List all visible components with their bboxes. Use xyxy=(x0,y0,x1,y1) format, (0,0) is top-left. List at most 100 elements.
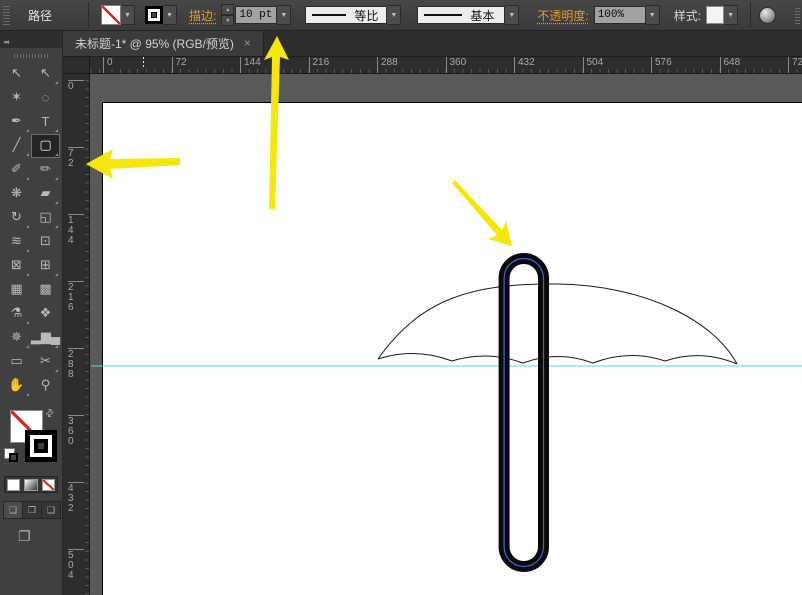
color-button[interactable] xyxy=(7,478,21,491)
ruler-label: 432 xyxy=(514,57,535,73)
brush-definition-select[interactable]: 基本 xyxy=(417,6,506,24)
tool-blob-brush-tool[interactable]: ❋ xyxy=(2,182,31,206)
stroke-color-swatch[interactable] xyxy=(145,6,164,24)
tool-pen-tool[interactable]: ✒ xyxy=(2,110,31,134)
swap-fill-stroke-icon[interactable]: ⇄ xyxy=(43,407,57,421)
profile-line-icon xyxy=(312,14,347,16)
tool-scale-tool[interactable]: ◱ xyxy=(31,206,60,230)
stroke-proxy-swatch[interactable] xyxy=(25,430,57,462)
flyout-indicator xyxy=(55,345,58,348)
tool-zoom-tool[interactable]: ⚲ xyxy=(31,374,60,398)
ruler-label: 144 xyxy=(240,57,261,73)
tool-perspective-grid-tool[interactable]: ⊞ xyxy=(31,254,60,278)
draw-normal-button[interactable]: ❏ xyxy=(4,502,23,518)
default-fill-stroke-icon[interactable] xyxy=(4,448,20,464)
width-tool-icon: ≋ xyxy=(11,233,22,248)
ruler-origin-marker xyxy=(143,56,144,67)
tool-gradient-tool[interactable]: ▩ xyxy=(31,278,60,302)
tool-width-tool[interactable]: ≋ xyxy=(2,230,31,254)
pencil-tool-icon: ✏ xyxy=(40,161,51,176)
fill-color-swatch[interactable] xyxy=(101,5,122,25)
close-tab-icon[interactable]: × xyxy=(244,36,251,50)
vertical-ruler[interactable]: 0 7 2 1 4 4 2 1 6 2 8 8 3 6 0 4 3 2 5 0 4 xyxy=(62,74,90,595)
ruler-label: 3 6 0 xyxy=(68,415,84,447)
artboard[interactable] xyxy=(102,102,802,595)
opacity-dropdown[interactable]: ▼ xyxy=(645,5,660,25)
ruler-label: 648 xyxy=(719,57,740,73)
symbol-sprayer-tool-icon: ✵ xyxy=(11,329,22,344)
tool-line-segment-tool[interactable]: ╱ xyxy=(2,134,31,158)
free-transform-tool-icon: ⊡ xyxy=(40,233,51,248)
tab-bar: 未标题-1* @ 95% (RGB/预览) × xyxy=(0,30,802,57)
tool-symbol-sprayer-tool[interactable]: ✵ xyxy=(2,326,31,350)
fill-color-dropdown[interactable]: ▼ xyxy=(121,5,136,25)
selection-tool-icon: ↖ xyxy=(11,65,22,80)
stepper-up-icon[interactable]: ▲ xyxy=(221,4,235,15)
ruler-label: 2 1 6 xyxy=(68,281,84,313)
style-swatch[interactable] xyxy=(706,6,725,24)
blend-tool-icon: ❖ xyxy=(39,305,52,320)
ruler-label: 360 xyxy=(445,57,466,73)
tool-column-graph-tool[interactable]: ▂▆▄ xyxy=(31,326,60,350)
gradient-button[interactable] xyxy=(24,478,38,491)
brush-definition-dropdown[interactable]: ▼ xyxy=(505,5,520,25)
type-tool-icon: T xyxy=(41,113,50,129)
draw-inside-button[interactable]: ❑ xyxy=(42,502,60,518)
stroke-weight-dropdown[interactable]: ▼ xyxy=(277,5,292,25)
tool-eyedropper-tool[interactable]: ⚗ xyxy=(2,302,31,326)
tool-type-tool[interactable]: T xyxy=(31,110,60,134)
style-dropdown[interactable]: ▼ xyxy=(724,5,739,25)
tool-selection-tool[interactable]: ↖ xyxy=(2,62,31,86)
stroke-weight-label[interactable]: 描边: xyxy=(189,7,216,24)
none-button[interactable] xyxy=(41,478,55,491)
tools-panel: ↖ ↖ ✶ ◌ ✒ T ╱ ▢ ✐ ✏ ❋ ▰ ↻ ◱ ≋ ⊡ ⊠ ⊞ ▦ ▩ ⚗ ❖ ✵ ▂▆▄ ▭ ✂ ✋ ⚲ ⇄ ❏ ❐ ❑ ❐ xyxy=(0,48,63,595)
horizontal-ruler[interactable]: 0 72 144 216 288 360 432 504 576 648 72 xyxy=(62,56,802,74)
flyout-indicator xyxy=(55,153,58,156)
width-profile-dropdown[interactable]: ▼ xyxy=(387,5,402,25)
tool-magic-wand-tool[interactable]: ✶ xyxy=(2,86,31,110)
artboard-tool-icon: ▭ xyxy=(10,353,23,368)
mesh-tool-icon: ▦ xyxy=(10,281,23,296)
stroke-color-dropdown[interactable]: ▼ xyxy=(163,5,178,25)
stroke-weight-stepper[interactable]: ▲ ▼ xyxy=(221,4,235,26)
paintbrush-tool-icon: ✐ xyxy=(11,161,22,176)
tool-shape-builder-tool[interactable]: ⊠ xyxy=(2,254,31,278)
perspective-grid-tool-icon: ⊞ xyxy=(40,257,51,272)
tool-eraser-tool[interactable]: ▰ xyxy=(31,182,60,206)
width-profile-select[interactable]: 等比 xyxy=(305,6,388,24)
ruler-label: 0 xyxy=(103,57,113,73)
draw-behind-button[interactable]: ❐ xyxy=(23,502,42,518)
tool-hand-tool[interactable]: ✋ xyxy=(2,374,31,398)
tool-rounded-rectangle-tool[interactable]: ▢ xyxy=(31,134,60,158)
flyout-indicator xyxy=(26,345,29,348)
tool-slice-tool[interactable]: ✂ xyxy=(31,350,60,374)
opacity-label[interactable]: 不透明度: xyxy=(537,7,588,24)
ruler-label: 7 2 xyxy=(68,147,84,169)
screen-mode-icon[interactable]: ❐ xyxy=(18,528,31,545)
flyout-indicator xyxy=(26,273,29,276)
tool-pencil-tool[interactable]: ✏ xyxy=(31,158,60,182)
tool-free-transform-tool[interactable]: ⊡ xyxy=(31,230,60,254)
tool-lasso-tool[interactable]: ◌ xyxy=(31,86,60,110)
ruler-label: 72 xyxy=(788,57,802,73)
panel-grip[interactable] xyxy=(795,6,800,24)
panel-grip[interactable] xyxy=(3,5,10,25)
scale-tool-icon: ◱ xyxy=(39,209,52,224)
ruler-label: 72 xyxy=(171,57,187,73)
recolor-artwork-icon[interactable] xyxy=(759,6,777,24)
ruler-corner xyxy=(62,56,90,74)
tool-direct-selection-tool[interactable]: ↖ xyxy=(31,62,60,86)
opacity-input[interactable]: 100% xyxy=(593,6,646,24)
tool-artboard-tool[interactable]: ▭ xyxy=(2,350,31,374)
tool-rotate-tool[interactable]: ↻ xyxy=(2,206,31,230)
document-tab[interactable]: 未标题-1* @ 95% (RGB/预览) × xyxy=(62,30,264,56)
collapse-panel-icon[interactable]: ◂◂ xyxy=(3,38,9,46)
document-title: 未标题-1* @ 95% (RGB/预览) xyxy=(75,36,234,51)
stroke-weight-input[interactable]: 10 pt xyxy=(235,6,278,24)
stepper-down-icon[interactable]: ▼ xyxy=(221,15,235,26)
tool-paintbrush-tool[interactable]: ✐ xyxy=(2,158,31,182)
tool-blend-tool[interactable]: ❖ xyxy=(31,302,60,326)
tool-mesh-tool[interactable]: ▦ xyxy=(2,278,31,302)
panel-grip[interactable] xyxy=(14,54,48,58)
pen-tool-icon: ✒ xyxy=(11,113,22,128)
